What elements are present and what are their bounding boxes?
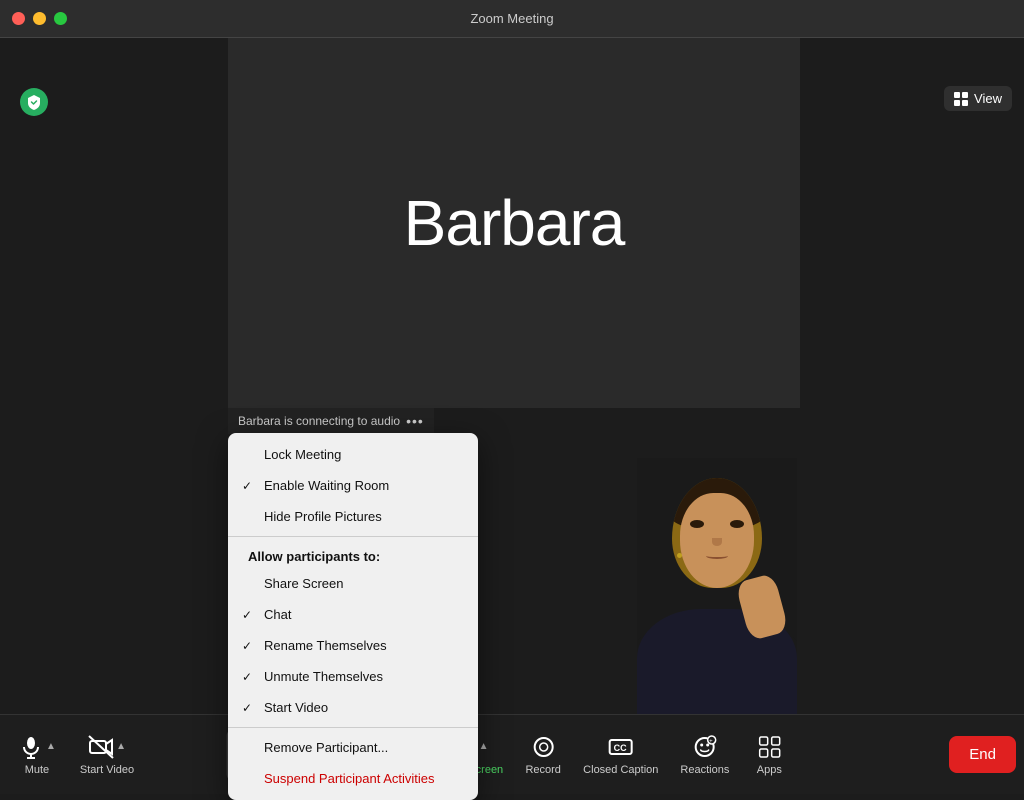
- close-button[interactable]: [12, 12, 25, 25]
- rename-label: Rename Themselves: [264, 638, 387, 653]
- rename-check: ✓: [242, 639, 252, 653]
- menu-remove-participant[interactable]: Remove Participant...: [228, 732, 478, 763]
- start-video-label: Start Video: [80, 764, 134, 776]
- toolbar-left: ▲ Mute ▲ Start Video: [8, 728, 144, 782]
- menu-divider-1: [228, 536, 478, 537]
- start-video-check: ✓: [242, 701, 252, 715]
- video-icon: [88, 734, 114, 760]
- title-bar: Zoom Meeting: [0, 0, 1024, 38]
- waiting-room-check: ✓: [242, 479, 252, 493]
- chat-label: Chat: [264, 607, 291, 622]
- minimize-button[interactable]: [33, 12, 46, 25]
- chat-check: ✓: [242, 608, 252, 622]
- menu-start-video[interactable]: ✓ Start Video: [228, 692, 478, 723]
- cc-label: Closed Caption: [583, 764, 658, 776]
- main-video-tile: Barbara: [228, 38, 800, 408]
- view-button[interactable]: View: [944, 86, 1012, 111]
- traffic-lights: [12, 12, 67, 25]
- shield-icon: [26, 94, 42, 110]
- self-view-tile: [637, 458, 797, 733]
- share-screen-label: Share Screen: [264, 576, 344, 591]
- status-text: Barbara is connecting to audio: [238, 414, 400, 428]
- reactions-button[interactable]: + Reactions: [670, 728, 739, 782]
- mute-label: Mute: [25, 764, 49, 776]
- closed-caption-button[interactable]: CC Closed Caption: [573, 728, 668, 782]
- menu-rename-themselves[interactable]: ✓ Rename Themselves: [228, 630, 478, 661]
- menu-divider-2: [228, 727, 478, 728]
- shield-badge: [20, 88, 48, 116]
- allow-participants-header: Allow participants to:: [228, 541, 478, 568]
- menu-chat[interactable]: ✓ Chat: [228, 599, 478, 630]
- cc-icon: CC: [608, 734, 634, 760]
- status-dots: •••: [406, 413, 424, 429]
- unmute-check: ✓: [242, 670, 252, 684]
- svg-text:CC: CC: [614, 743, 627, 753]
- svg-text:+: +: [709, 739, 713, 745]
- apps-icon: [756, 734, 782, 760]
- menu-enable-waiting-room[interactable]: ✓ Enable Waiting Room: [228, 470, 478, 501]
- toolbar: ▲ Mute ▲ Start Video S: [0, 714, 1024, 794]
- menu-suspend-activities[interactable]: Suspend Participant Activities: [228, 763, 478, 794]
- hide-pictures-label: Hide Profile Pictures: [264, 509, 382, 524]
- apps-button[interactable]: Apps: [741, 728, 797, 782]
- menu-unmute-themselves[interactable]: ✓ Unmute Themselves: [228, 661, 478, 692]
- reactions-label: Reactions: [680, 764, 729, 776]
- participant-name: Barbara: [404, 186, 625, 260]
- waiting-room-label: Enable Waiting Room: [264, 478, 389, 493]
- video-chevron[interactable]: ▲: [116, 741, 126, 752]
- end-button[interactable]: End: [949, 736, 1016, 773]
- lock-meeting-label: Lock Meeting: [264, 447, 341, 462]
- apps-label: Apps: [757, 764, 782, 776]
- menu-lock-meeting[interactable]: Lock Meeting: [228, 439, 478, 470]
- menu-hide-profile-pictures[interactable]: Hide Profile Pictures: [228, 501, 478, 532]
- security-menu: Lock Meeting ✓ Enable Waiting Room Hide …: [228, 433, 478, 800]
- window-title: Zoom Meeting: [470, 11, 553, 26]
- start-video-label: Start Video: [264, 700, 328, 715]
- suspend-activities-label: Suspend Participant Activities: [264, 771, 435, 786]
- view-label: View: [974, 91, 1002, 106]
- mute-icon: [18, 734, 44, 760]
- menu-share-screen[interactable]: Share Screen: [228, 568, 478, 599]
- share-chevron[interactable]: ▲: [479, 741, 489, 752]
- record-button[interactable]: Record: [515, 728, 571, 782]
- grid-icon: [954, 92, 968, 106]
- unmute-label: Unmute Themselves: [264, 669, 383, 684]
- main-area: View Barbara Barbara is connecting to au…: [0, 38, 1024, 714]
- record-icon: [530, 734, 556, 760]
- fullscreen-button[interactable]: [54, 12, 67, 25]
- remove-participant-label: Remove Participant...: [264, 740, 388, 755]
- mute-chevron[interactable]: ▲: [46, 741, 56, 752]
- reactions-icon: +: [692, 734, 718, 760]
- toolbar-right: End: [949, 736, 1016, 773]
- record-label: Record: [525, 764, 560, 776]
- participant-status-bar: Barbara is connecting to audio •••: [228, 408, 434, 434]
- start-video-button[interactable]: ▲ Start Video: [70, 728, 144, 782]
- mute-button[interactable]: ▲ Mute: [8, 728, 66, 782]
